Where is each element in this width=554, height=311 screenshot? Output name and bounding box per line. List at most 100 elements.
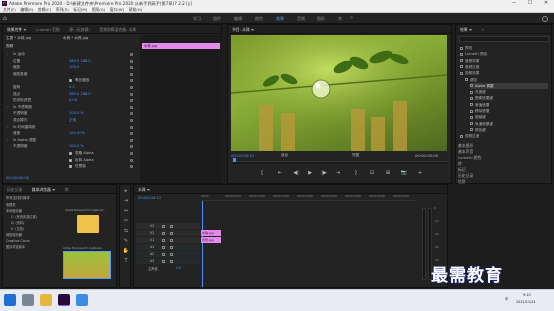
task-view-icon[interactable] — [22, 294, 34, 306]
tab-audio-clip-mixer[interactable]: 音频剪辑混合器: 水珠 — [95, 25, 140, 33]
ec-timecode[interactable]: 00:00:00:00 — [6, 175, 29, 180]
effects-tree-item[interactable]: 视频过渡 — [460, 133, 548, 139]
transport-button[interactable]: ⇤ — [276, 170, 284, 176]
eye-icon[interactable] — [170, 238, 173, 242]
track-header[interactable]: V3 — [136, 223, 200, 229]
reset-icon[interactable] — [130, 92, 133, 96]
slip-tool-icon[interactable]: ⇆ — [122, 228, 130, 234]
workspace-learn[interactable]: 学习 — [193, 13, 201, 24]
reset-icon[interactable] — [130, 125, 133, 129]
premiere-taskbar-icon[interactable] — [58, 294, 70, 306]
reset-icon[interactable] — [130, 165, 133, 169]
transport-button[interactable]: + — [416, 170, 424, 176]
effects-search-input[interactable] — [459, 36, 549, 42]
file-explorer-icon[interactable] — [40, 294, 52, 306]
effects-tree-item[interactable]: 差值遮罩 — [470, 102, 548, 108]
panel-list-item[interactable]: 信息 — [458, 179, 466, 185]
pen-tool-icon[interactable]: ✎ — [122, 238, 130, 244]
effects-tree-item[interactable]: 轨道遮罩键 — [470, 121, 548, 127]
start-icon[interactable] — [4, 294, 16, 306]
lock-icon[interactable] — [162, 238, 165, 242]
effects-tree-item[interactable]: 音频过渡 — [460, 64, 548, 70]
reset-icon[interactable] — [130, 72, 133, 76]
eye-icon[interactable] — [170, 224, 173, 228]
effects-tree-item[interactable]: 超级键 — [470, 114, 548, 120]
clock-date[interactable]: 2021/11/24 — [516, 300, 536, 304]
reset-icon[interactable] — [130, 66, 133, 70]
effects-tree-item[interactable]: Lumetri 预设 — [460, 51, 548, 57]
transport-button[interactable]: } — [352, 170, 360, 176]
reset-icon[interactable] — [130, 53, 133, 56]
workspace-assembly[interactable]: 组件 — [213, 13, 221, 24]
browser-icon[interactable] — [76, 294, 88, 306]
effects-tree-item[interactable]: 亮度键 — [470, 89, 548, 95]
checkbox[interactable] — [69, 165, 72, 169]
transport-button[interactable]: |▶ — [320, 170, 328, 176]
reset-icon[interactable] — [130, 152, 133, 155]
effects-tree-item[interactable]: Alpha 调整 — [470, 82, 548, 89]
timeline-timecode[interactable]: 00:00:00:12 — [138, 195, 161, 200]
lock-icon[interactable] — [162, 231, 165, 235]
timeline-ruler[interactable]: 00:00 00:00:05:00 00:00:10:00 00:00:15:00 00… — [201, 195, 417, 201]
ec-clip-bar[interactable]: 水珠.jpg — [142, 43, 220, 49]
track-header[interactable]: A3 — [136, 258, 200, 264]
clock-time[interactable]: 9:10 — [523, 293, 531, 297]
clip-v1[interactable]: 背景.jpg — [201, 237, 221, 243]
track-header[interactable]: A1 — [136, 244, 200, 250]
workspace-more-button[interactable]: » — [350, 13, 353, 24]
track-header[interactable]: A2 — [136, 251, 200, 257]
effects-tree-item[interactable]: 音频效果 — [460, 58, 548, 64]
tab-more[interactable]: » — [478, 25, 488, 33]
transport-button[interactable]: ▶ — [306, 170, 314, 176]
clip-v2[interactable]: 水珠.jpg — [201, 230, 221, 236]
ec-row[interactable]: 仅蒙版 — [3, 163, 139, 170]
tab-program[interactable]: 节目: 水珠 ≡ — [228, 25, 258, 33]
selection-tool-icon[interactable]: ▸ — [122, 188, 130, 194]
master-volume-value[interactable]: 0.0 — [176, 266, 181, 270]
transport-button[interactable]: ⊡ — [368, 170, 376, 176]
workspace-graphics[interactable]: 图形 — [317, 13, 325, 24]
eye-icon[interactable] — [170, 245, 173, 249]
razor-tool-icon[interactable]: ✂ — [122, 218, 130, 224]
transport-button[interactable]: ⇥ — [334, 170, 342, 176]
tab-lumetri-scopes[interactable]: Lumetri 范围 — [32, 25, 63, 33]
workspace-color[interactable]: 颜色 — [255, 13, 263, 24]
reset-icon[interactable] — [130, 158, 133, 162]
eye-icon[interactable] — [170, 259, 173, 263]
zoom-level-dropdown[interactable]: 适合 — [281, 153, 288, 158]
workspace-editing[interactable]: 编辑 — [234, 13, 242, 24]
track-select-tool-icon[interactable]: ⇥ — [122, 198, 130, 204]
maximize-button[interactable]: ☐ — [522, 0, 538, 7]
reset-icon[interactable] — [130, 119, 133, 122]
home-icon[interactable]: ⌂ — [3, 15, 7, 22]
playback-quality-dropdown[interactable]: 完整 — [352, 153, 359, 158]
type-tool-icon[interactable]: T — [122, 258, 130, 264]
ripple-edit-tool-icon[interactable]: ↔ — [122, 208, 130, 214]
transport-button[interactable]: { — [258, 170, 266, 176]
tab-source[interactable]: 源: (无剪辑) — [65, 25, 94, 33]
checkbox[interactable] — [69, 79, 72, 83]
tab-sequence[interactable]: 水珠 ≡ — [134, 185, 154, 193]
reset-icon[interactable] — [130, 105, 133, 109]
lock-icon[interactable] — [162, 252, 165, 256]
program-scrub-bar[interactable] — [231, 161, 447, 164]
minimize-button[interactable]: ─ — [506, 0, 522, 7]
lock-icon[interactable] — [162, 224, 165, 228]
effects-tree-item[interactable]: 视频效果 — [460, 70, 548, 76]
reset-icon[interactable] — [130, 86, 133, 89]
reset-icon[interactable] — [130, 112, 133, 116]
image-thumbnail[interactable] — [63, 251, 111, 279]
checkbox[interactable] — [69, 152, 72, 155]
reset-icon[interactable] — [130, 138, 133, 142]
effects-tree-item[interactable]: 预设 — [460, 45, 548, 51]
lock-icon[interactable] — [162, 245, 165, 249]
transport-button[interactable]: ◀| — [292, 170, 300, 176]
reset-icon[interactable] — [130, 79, 133, 83]
media-filter-dropdown[interactable]: 所有支持的媒体 — [6, 195, 30, 200]
reset-icon[interactable] — [130, 145, 133, 149]
reset-icon[interactable] — [130, 99, 133, 103]
effects-tree-item[interactable]: 键控 — [465, 77, 548, 83]
eye-icon[interactable] — [170, 231, 173, 235]
workspace-libraries[interactable]: 库 — [338, 13, 342, 24]
effects-tree-item[interactable]: 颜色键 — [470, 127, 548, 133]
